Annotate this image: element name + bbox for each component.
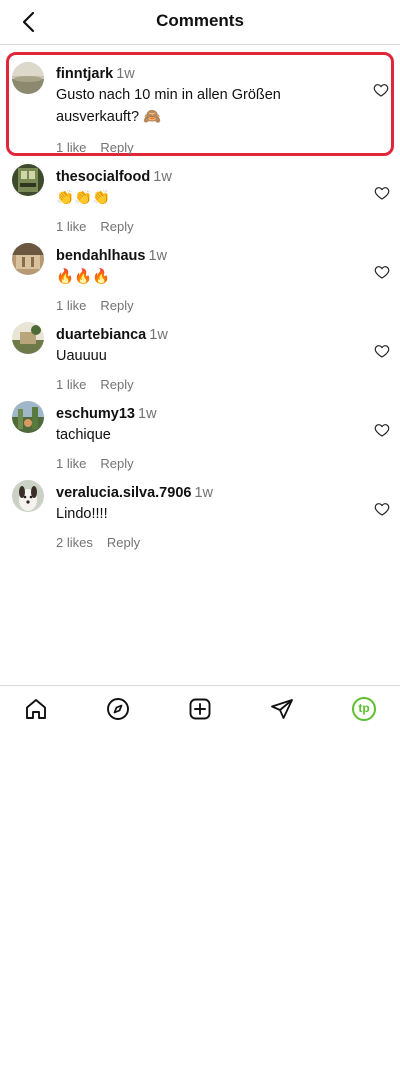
likes-count[interactable]: 1 like [56,456,86,471]
likes-count[interactable]: 1 like [56,140,86,155]
comment-text: 🔥🔥🔥 [56,269,111,285]
comment-time: 1w [153,169,172,185]
avatar[interactable] [12,322,44,354]
nav-home[interactable] [23,696,49,722]
comment-item: thesocialfood 1w 👏👏👏 1 like Reply [0,156,400,235]
comment-text: Gusto nach 10 min in allen Größen ausver… [56,87,281,125]
nav-profile[interactable]: tp [351,696,377,722]
avatar[interactable] [12,480,44,512]
comment-text: tachique [56,427,111,443]
likes-count[interactable]: 1 like [56,298,86,313]
heart-icon[interactable] [374,343,390,359]
explore-icon [107,698,129,720]
avatar[interactable] [12,243,44,275]
comment-time: 1w [138,406,157,422]
reply-button[interactable]: Reply [100,456,133,471]
comment-text: Lindo!!!! [56,506,108,522]
comment-time: 1w [149,327,168,343]
reply-button[interactable]: Reply [100,219,133,234]
page-title: Comments [156,11,244,30]
heart-icon[interactable] [374,422,390,438]
heart-icon[interactable] [374,501,390,517]
reply-button[interactable]: Reply [100,298,133,313]
comment-username[interactable]: finntjark [56,66,113,82]
comment-list: finntjark 1w Gusto nach 10 min in allen G… [0,52,400,551]
nav-explore[interactable] [105,696,131,722]
avatar[interactable] [12,401,44,433]
likes-count[interactable]: 1 like [56,377,86,392]
likes-count[interactable]: 2 likes [56,535,93,550]
reply-button[interactable]: Reply [100,140,133,155]
comment-time: 1w [148,248,167,264]
comment-time: 1w [194,485,213,501]
comment-text: 👏👏👏 [56,190,111,206]
header: Comments [0,0,400,45]
comment-text: Uauuuu [56,348,107,364]
comment-item: bendahlhaus 1w 🔥🔥🔥 1 like Reply [0,235,400,314]
bottom-navigation: tp [0,685,400,732]
comment-username[interactable]: duartebianca [56,327,146,343]
comment-item: veralucia.silva.7906 1w Lindo!!!! 2 likes… [0,472,400,551]
likes-count[interactable]: 1 like [56,219,86,234]
comment-item: duartebianca 1w Uauuuu 1 like Reply [0,314,400,393]
heart-icon[interactable] [374,264,390,280]
comment-item: eschumy13 1w tachique 1 like Reply [0,393,400,472]
comment-username[interactable]: bendahlhaus [56,248,145,264]
reply-button[interactable]: Reply [107,535,140,550]
profile-initials: tp [358,701,370,715]
avatar[interactable] [12,164,44,196]
nav-direct[interactable] [269,696,295,722]
heart-icon[interactable] [374,185,390,201]
heart-icon[interactable] [373,82,389,98]
reply-button[interactable]: Reply [100,377,133,392]
comment-username[interactable]: veralucia.silva.7906 [56,485,191,501]
home-icon [26,699,46,719]
comment-time: 1w [116,66,135,82]
comment-item: finntjark 1w Gusto nach 10 min in allen G… [6,52,394,156]
avatar[interactable] [12,62,44,94]
comment-username[interactable]: thesocialfood [56,169,150,185]
direct-icon [271,699,293,719]
comment-username[interactable]: eschumy13 [56,406,135,422]
create-icon [189,698,211,720]
nav-create[interactable] [187,696,213,722]
